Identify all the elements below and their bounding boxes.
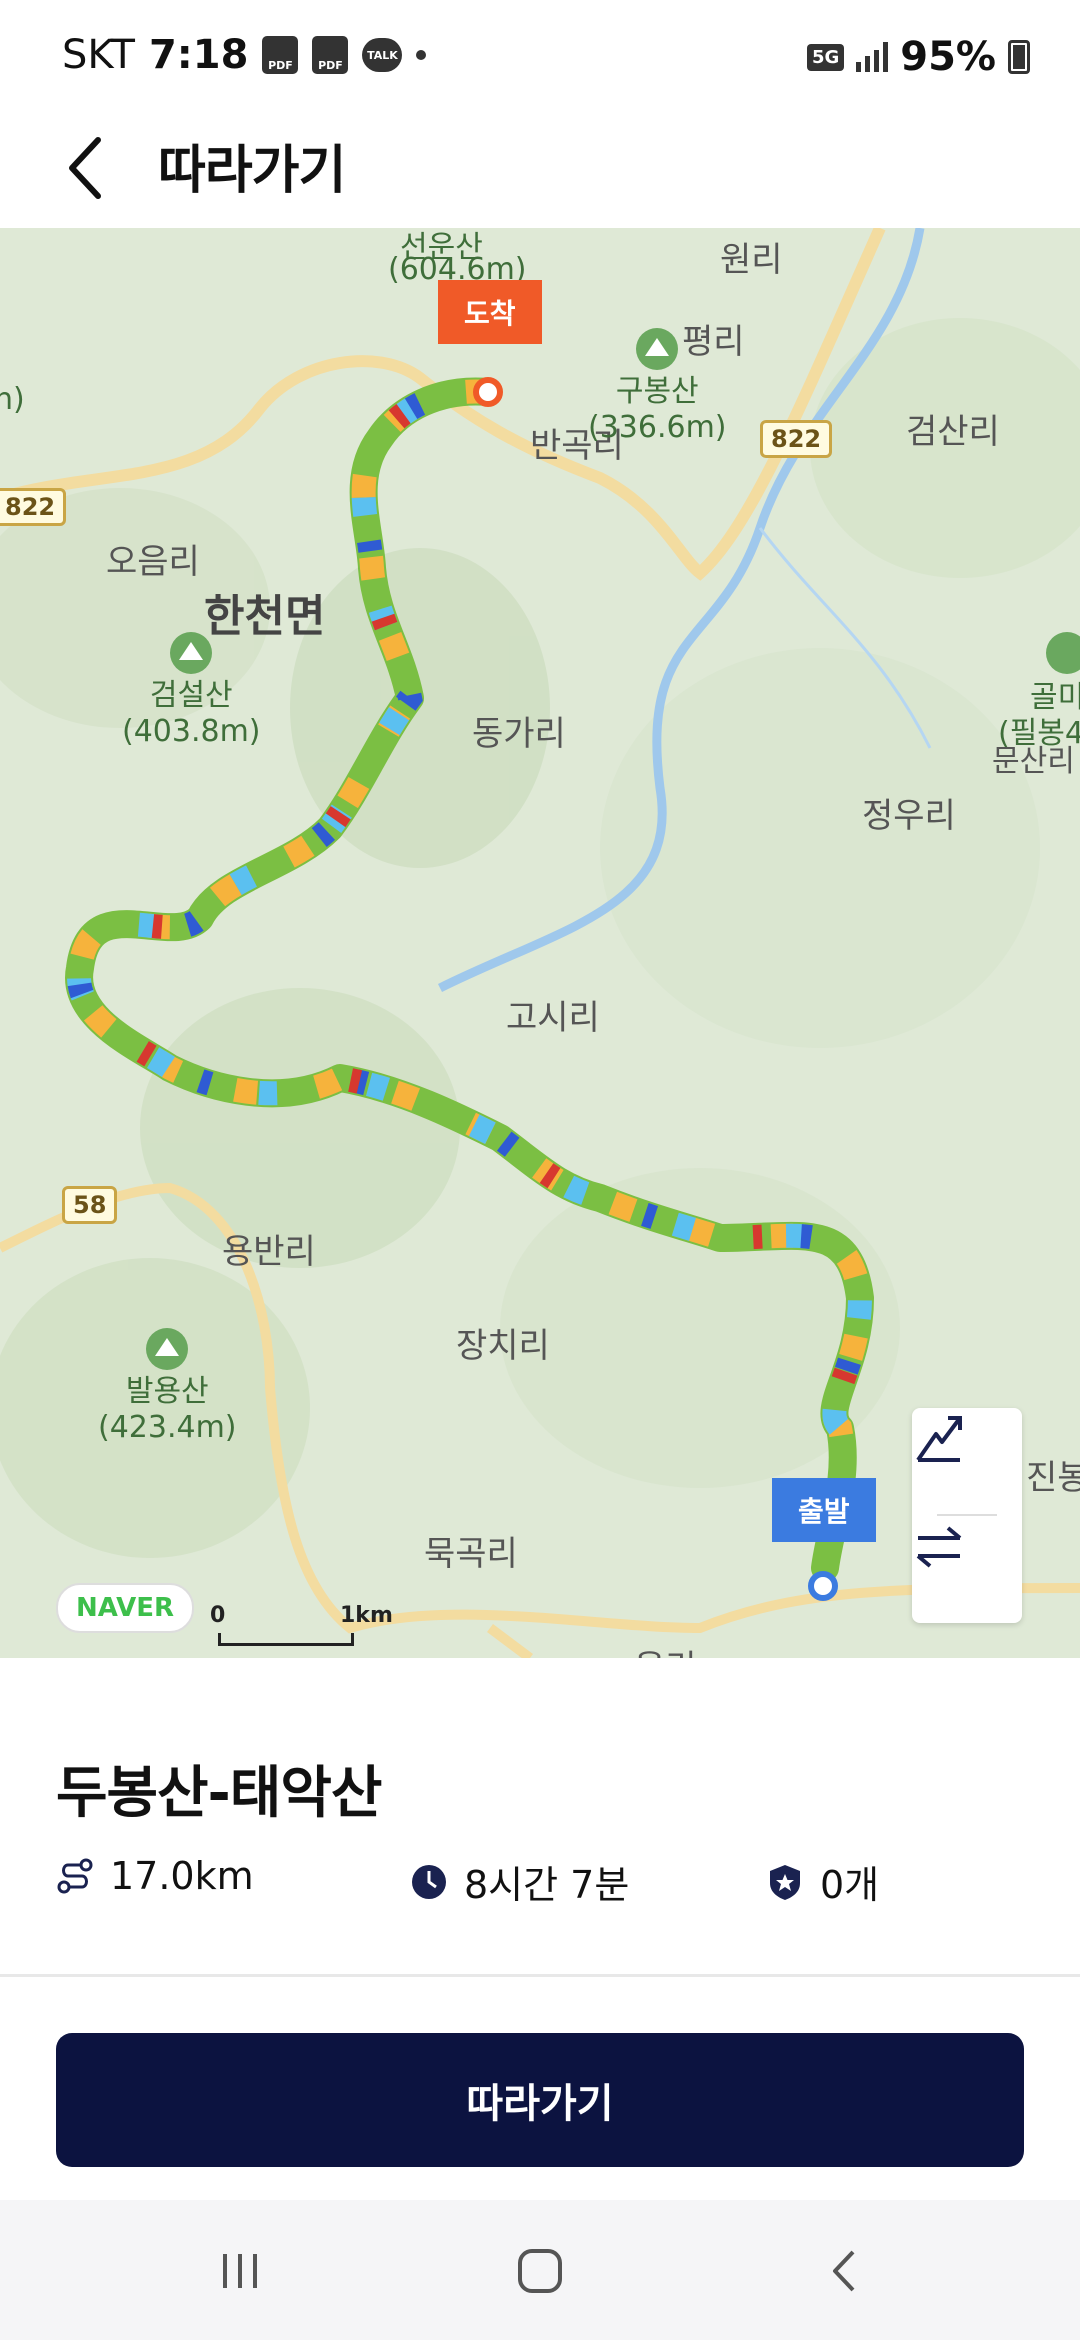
place-label: 오음리 (106, 542, 200, 582)
mountain-marker: 구봉산 (336.6m) (588, 328, 727, 446)
battery-level: 95% (900, 34, 996, 80)
scale-bar (218, 1633, 354, 1646)
mountain-height: (423.4m) (98, 1410, 237, 1445)
place-label: 동가리 (472, 714, 566, 754)
star-badge-icon (770, 1864, 800, 1900)
home-icon (518, 2249, 562, 2293)
pdf-icon: PDF (262, 36, 299, 74)
follow-button[interactable]: 따라가기 (56, 2033, 1024, 2167)
mountain-icon (1046, 632, 1080, 674)
mountain-name: 구봉산 (615, 374, 699, 409)
more-notifications-dot (416, 50, 427, 60)
swap-direction-button[interactable] (912, 1520, 1022, 1620)
back-icon (833, 2250, 855, 2292)
clock-icon (412, 1864, 446, 1899)
place-label: 묵곡리 (424, 1534, 518, 1574)
distance-value: 17.0km (110, 1854, 254, 1898)
scale-label: 1km (340, 1603, 393, 1628)
status-right: 5G 95% (806, 34, 1030, 80)
place-label: 검산리 (906, 412, 1000, 452)
swap-direction-icon (916, 1526, 962, 1568)
route-name: 두봉산-태악산 (56, 1761, 382, 1826)
map-view[interactable]: 선운산 (604.6m) 원리 평리 반곡리 검산리 오음리 한천면 동가리 정… (0, 228, 1080, 1658)
route-icon (57, 1858, 93, 1894)
mountain-marker: 발용산 (423.4m) (98, 1328, 237, 1446)
place-label: 장치리 (456, 1326, 550, 1366)
status-left: SKT 7:18 PDF PDF TALK (62, 32, 427, 78)
network-type-icon: 5G (806, 43, 845, 71)
status-bar: SKT 7:18 PDF PDF TALK 5G 95% (0, 0, 1080, 110)
map-controls (912, 1408, 1022, 1623)
talk-icon: TALK (362, 38, 403, 72)
back-button[interactable] (58, 130, 118, 206)
badge-stat: 0개 (766, 1854, 879, 1909)
sheet-divider (0, 1974, 1080, 1977)
distance-stat: 17.0km (56, 1854, 254, 1898)
nav-back-button[interactable] (796, 2236, 896, 2306)
home-button[interactable] (490, 2236, 590, 2306)
mountain-height: (336.6m) (588, 410, 727, 445)
mountain-name: 검설산 (149, 678, 233, 713)
arrival-marker[interactable]: 도착 (438, 280, 542, 344)
scale-zero: 0 (210, 1603, 226, 1628)
recent-apps-icon (223, 2254, 257, 2288)
road-number: 58 (62, 1186, 118, 1224)
place-label: 용반리 (222, 1232, 316, 1272)
place-label: 문산리 (992, 744, 1075, 779)
route-info-sheet: 두봉산-태악산 17.0km 8시간 7분 0개 따라가기 (0, 1658, 1080, 2200)
controls-divider (937, 1514, 997, 1516)
mountain-name: 발용산 (125, 1374, 209, 1409)
place-label: 고시리 (506, 998, 600, 1038)
place-label: n) (0, 382, 25, 417)
mountain-icon (170, 632, 213, 674)
departure-marker[interactable]: 출발 (772, 1478, 876, 1542)
naver-logo: NAVER (56, 1583, 194, 1633)
mountain-icon (146, 1328, 189, 1370)
badge-count: 0개 (820, 1863, 880, 1907)
mountain-icon (636, 328, 679, 370)
road-number: 822 (0, 488, 67, 526)
duration-value: 8시간 7분 (464, 1863, 630, 1907)
place-label: 진봉 (1026, 1458, 1080, 1498)
app-header: 따라가기 (0, 110, 1080, 228)
mountain-height: (403.8m) (122, 714, 261, 749)
elevation-profile-button[interactable] (912, 1412, 1022, 1512)
page-title: 따라가기 (158, 141, 346, 201)
system-nav-bar (0, 2200, 1080, 2340)
pdf-icon: PDF (312, 36, 349, 74)
elevation-profile-icon (916, 1416, 962, 1462)
battery-icon (1008, 40, 1030, 74)
road-number: 822 (760, 420, 833, 458)
route-stats: 17.0km 8시간 7분 0개 (56, 1854, 1026, 1914)
chevron-left-icon (69, 137, 101, 199)
place-label: 정우리 (862, 796, 956, 836)
signal-icon (856, 42, 889, 72)
duration-stat: 8시간 7분 (410, 1854, 629, 1909)
place-label: 용리 (634, 1640, 697, 1658)
carrier-label: SKT (62, 32, 135, 78)
mountain-marker: 검설산 (403.8m) (122, 632, 261, 750)
place-label: 원리 (720, 240, 783, 280)
recent-apps-button[interactable] (190, 2236, 290, 2306)
clock: 7:18 (148, 32, 249, 78)
